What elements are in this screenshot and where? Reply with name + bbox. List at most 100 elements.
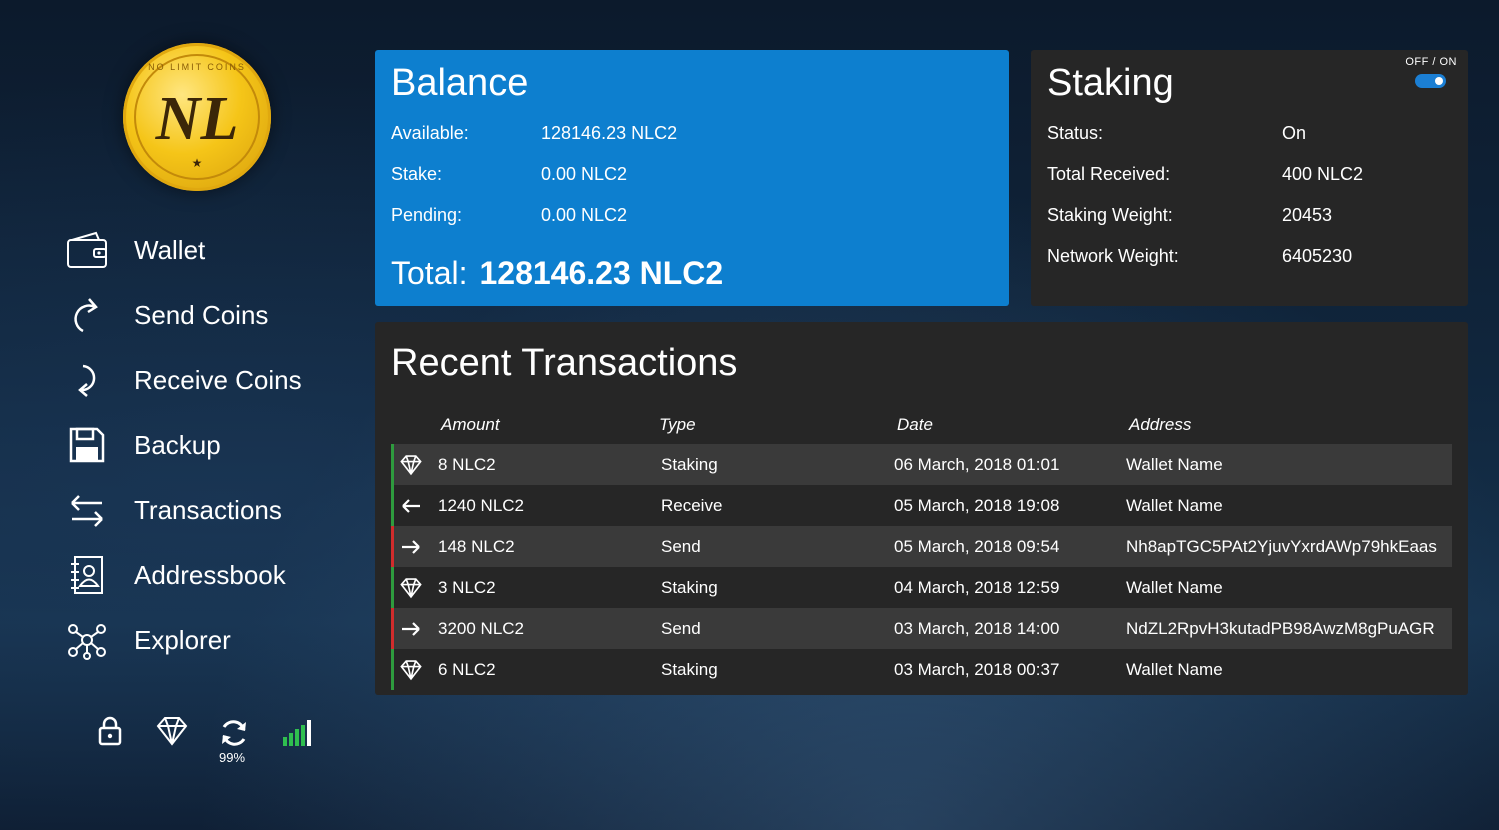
nav-item-transactions[interactable]: Transactions [64,485,354,535]
stake-value: 0.00 NLC2 [541,164,628,184]
table-row[interactable]: 3 NLC2 Staking 04 March, 2018 12:59 Wallet … [391,567,1452,608]
receive-icon [64,357,110,403]
direction-bar [391,567,394,608]
nav-label: Backup [134,429,221,460]
pending-label: Pending: [391,205,463,225]
table-row[interactable]: 8 NLC2 Staking 06 March, 2018 01:01 Wallet … [391,444,1452,485]
cell-type: Send [661,537,701,556]
cell-date: 06 March, 2018 01:01 [894,455,1060,474]
cell-address: Wallet Name [1126,578,1223,597]
nav-item-addressbook[interactable]: Addressbook [64,550,354,600]
nav-item-backup[interactable]: Backup [64,420,354,470]
cell-date: 03 March, 2018 14:00 [894,619,1060,638]
arrow-left-icon [400,495,422,517]
cell-amount: 148 NLC2 [438,537,515,556]
transfer-arrows-icon [64,487,110,533]
staking-toggle[interactable] [1415,74,1446,88]
signal-icon[interactable] [282,719,312,752]
cell-date: 05 March, 2018 09:54 [894,537,1060,556]
staking-title: Staking [1047,62,1174,104]
svg-text:NO LIMIT COINS: NO LIMIT COINS [148,62,246,72]
cell-amount: 3200 NLC2 [438,619,525,638]
nav-item-send-coins[interactable]: Send Coins [64,290,354,340]
cell-type: Receive [661,496,723,515]
toggle-label: OFF / ON [1405,56,1457,68]
cell-type: Staking [661,455,718,474]
balance-title: Balance [391,62,529,104]
cell-type: Staking [661,660,718,679]
total-label: Total: [391,255,468,291]
diamond-icon[interactable] [156,716,188,751]
available-label: Available: [391,123,469,143]
wallet-icon [64,227,110,273]
table-row[interactable]: 148 NLC2 Send 05 March, 2018 09:54 Nh8apTGC… [391,526,1452,567]
status-label: Status: [1047,123,1104,143]
weight-label: Staking Weight: [1047,205,1173,225]
diamond-icon [400,454,422,476]
table-row[interactable]: 6 NLC2 Staking 03 March, 2018 00:37 Wallet … [391,649,1452,690]
svg-text:NL: NL [155,85,239,153]
cell-address: Wallet Name [1126,660,1223,679]
status-value: On [1282,123,1307,143]
header-date[interactable]: Date [897,415,933,435]
weight-value: 20453 [1282,205,1333,225]
cell-type: Send [661,619,701,638]
header-amount[interactable]: Amount [441,415,500,435]
direction-bar [391,526,394,567]
cell-amount: 8 NLC2 [438,455,496,474]
sync-percent: 99% [219,750,246,765]
nav-item-receive-coins[interactable]: Receive Coins [64,355,354,405]
nav-label: Explorer [134,624,231,655]
lock-icon[interactable] [98,716,122,751]
nav-label: Transactions [134,494,282,525]
cell-address: NdZL2RpvH3kutadPB98AwzM8gPuAGR [1126,619,1435,638]
nav-label: Receive Coins [134,364,302,395]
sync-icon[interactable] [218,718,250,753]
transactions-table: 8 NLC2 Staking 06 March, 2018 01:01 Wallet … [391,444,1452,690]
header-address[interactable]: Address [1129,415,1191,435]
transactions-title: Recent Transactions [391,342,738,384]
nlc2-logo: NL NO LIMIT COINS ★ [123,43,271,191]
cell-amount: 1240 NLC2 [438,496,525,515]
cell-date: 05 March, 2018 19:08 [894,496,1060,515]
table-row[interactable]: 1240 NLC2 Receive 05 March, 2018 19:08 Wall… [391,485,1452,526]
diamond-icon [400,577,422,599]
table-row[interactable]: 3200 NLC2 Send 03 March, 2018 14:00 NdZL2Rp… [391,608,1452,649]
diamond-icon [400,659,422,681]
total-balance: Total: 128146.23 NLC2 [391,255,723,292]
cell-date: 03 March, 2018 00:37 [894,660,1060,679]
cell-amount: 3 NLC2 [438,578,496,597]
network-label: Network Weight: [1047,246,1179,266]
cell-address: Wallet Name [1126,455,1223,474]
cell-date: 04 March, 2018 12:59 [894,578,1060,597]
cell-address: Nh8apTGC5PAt2YjuvYxrdAWp79hkEaas [1126,537,1437,556]
nav-item-wallet[interactable]: Wallet [64,225,354,275]
header-type[interactable]: Type [659,415,696,435]
received-label: Total Received: [1047,164,1171,184]
nav-label: Wallet [134,234,206,265]
available-value: 128146.23 NLC2 [541,123,678,143]
nav-label: Send Coins [134,299,269,330]
cell-type: Staking [661,578,718,597]
nav-label: Addressbook [134,559,286,590]
network-value: 6405230 [1282,246,1353,266]
cell-amount: 6 NLC2 [438,660,496,679]
total-value: 128146.23 NLC2 [479,255,724,291]
pending-value: 0.00 NLC2 [541,205,628,225]
direction-bar [391,649,394,690]
nav-item-explorer[interactable]: Explorer [64,615,354,665]
direction-bar [391,608,394,649]
direction-bar [391,444,394,485]
received-value: 400 NLC2 [1282,164,1364,184]
send-icon [64,292,110,338]
status-bar: 99% [95,716,325,766]
svg-text:★: ★ [192,156,203,170]
arrow-right-icon [400,536,422,558]
arrow-right-icon [400,618,422,640]
staking-card: Staking OFF / ON Status: On Total Receiv… [1031,50,1468,306]
addressbook-icon [64,552,110,598]
balance-card: Balance Available: 128146.23 NLC2 Stake:… [375,50,1009,306]
network-icon [64,617,110,663]
floppy-icon [64,422,110,468]
stake-label: Stake: [391,164,443,184]
